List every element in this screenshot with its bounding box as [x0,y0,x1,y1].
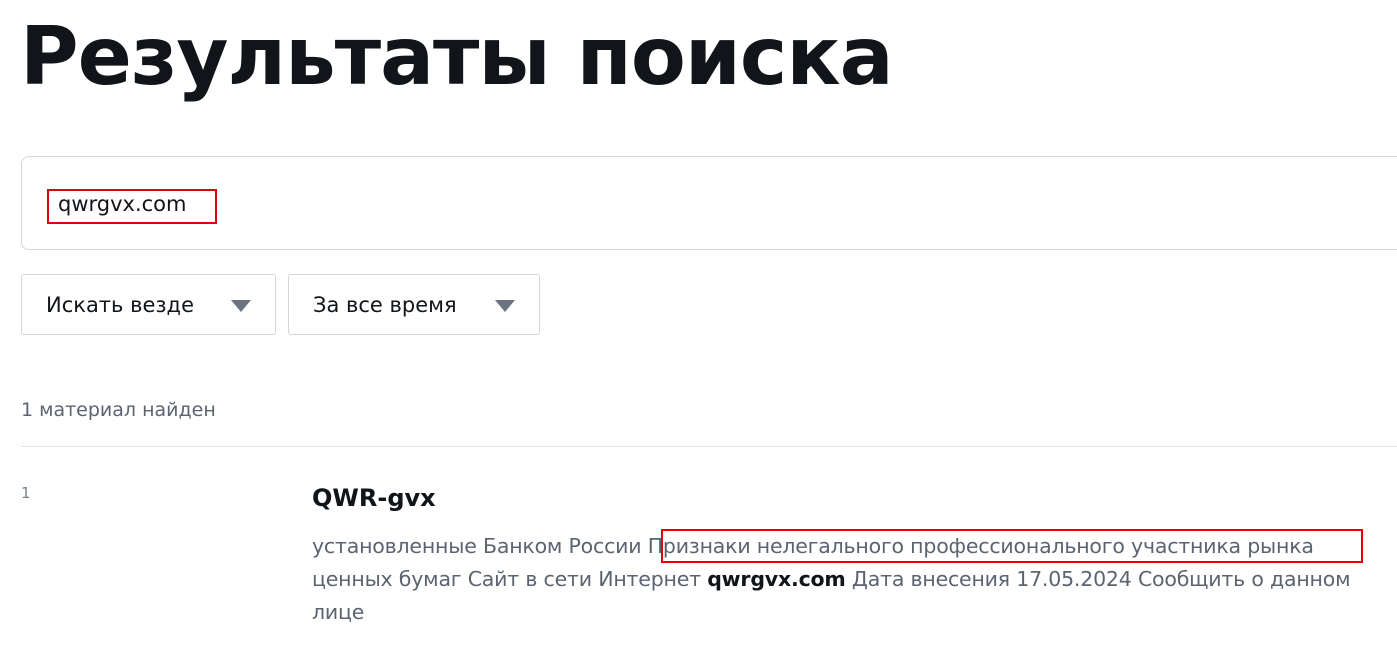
annotation-box-query [47,189,217,224]
divider [21,446,1397,447]
chevron-down-icon [495,300,515,312]
period-dropdown-label: За все время [313,293,457,317]
snippet-text: ценных бумаг Сайт в сети Интернет [312,567,708,591]
scope-dropdown[interactable]: Искать везде [21,274,276,335]
snippet-text: установленные Банком России [312,534,648,558]
period-dropdown[interactable]: За все время [288,274,540,335]
result-index: 1 [21,484,31,502]
chevron-down-icon [231,300,251,312]
result-title-link[interactable]: QWR-gvx [312,480,436,516]
results-count: 1 материал найден [21,399,216,421]
scope-dropdown-label: Искать везде [46,293,194,317]
search-results-page: Результаты поиска Искать везде За все вр… [0,0,1397,645]
annotation-box-snippet [661,529,1363,563]
snippet-matched-query: qwrgvx.com [707,567,846,591]
search-box[interactable] [21,156,1397,250]
page-title: Результаты поиска [20,10,894,103]
